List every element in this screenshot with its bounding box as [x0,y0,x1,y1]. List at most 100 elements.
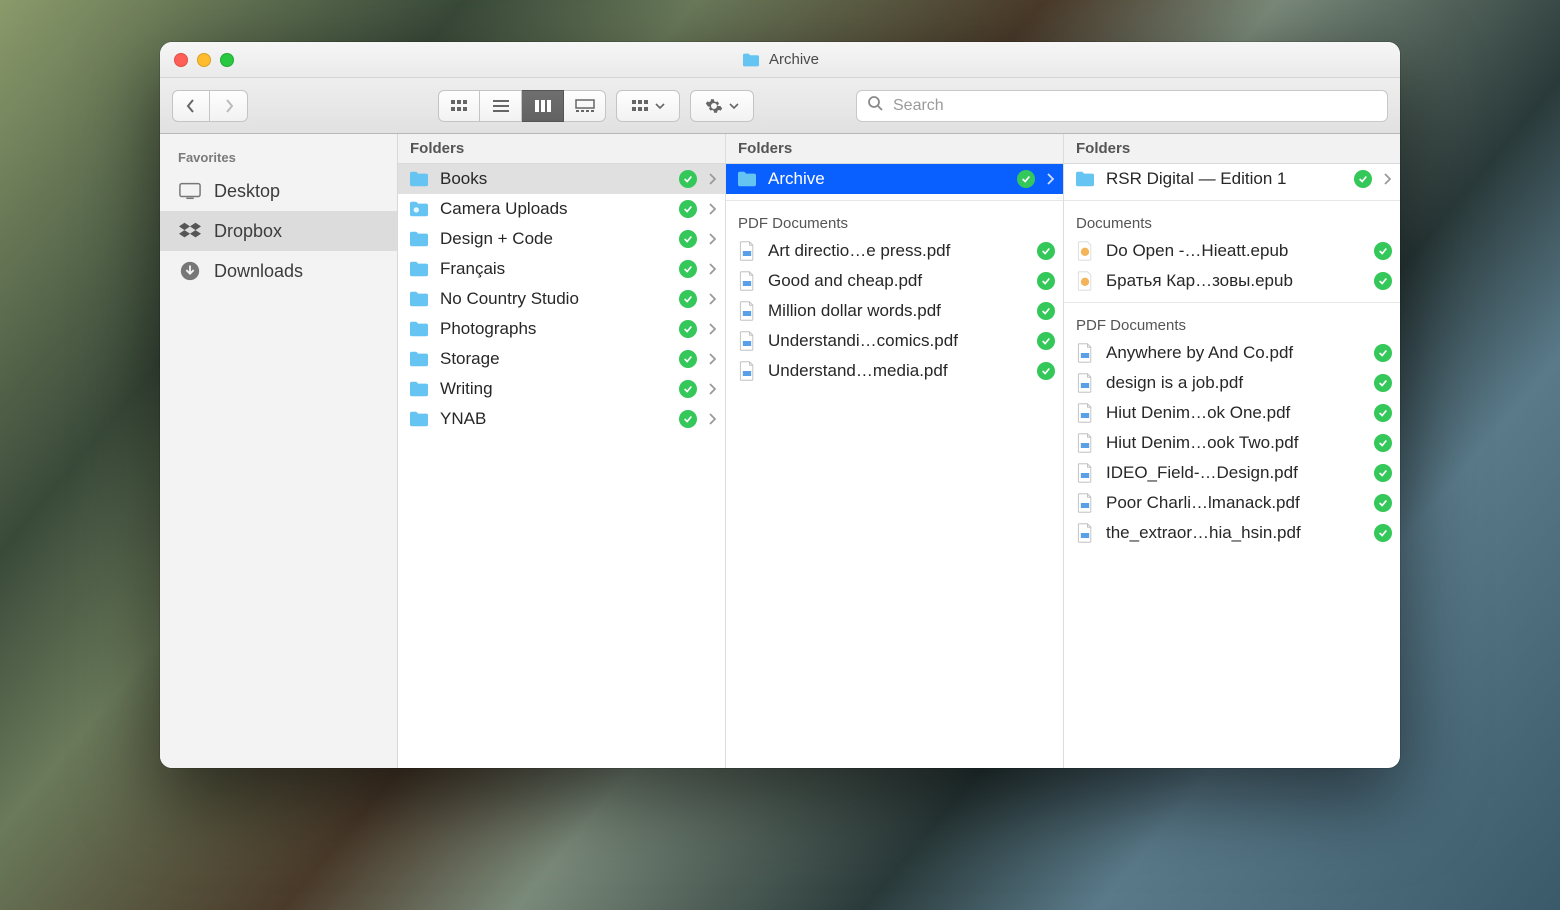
file-row[interactable]: Hiut Denim…ook Two.pdf [1064,428,1400,458]
window-controls [174,53,234,67]
column-header: Folders [726,134,1063,164]
file-row[interactable]: Art directio…e press.pdf [726,236,1063,266]
chevron-right-icon [707,203,717,215]
sync-ok-icon [679,260,697,278]
file-name: Art directio…e press.pdf [768,241,1027,261]
sidebar-item-desktop[interactable]: Desktop [160,171,397,211]
epub-icon [1074,272,1096,290]
sidebar-item-downloads[interactable]: Downloads [160,251,397,291]
sidebar-item-label: Desktop [214,181,280,202]
folder-icon [736,170,758,188]
file-row[interactable]: No Country Studio [398,284,725,314]
list-view-button[interactable] [480,90,522,122]
file-row[interactable]: Good and cheap.pdf [726,266,1063,296]
forward-button[interactable] [210,90,248,122]
sidebar: Favorites DesktopDropboxDownloads [160,134,398,768]
sync-ok-icon [1037,242,1055,260]
sync-ok-icon [1037,332,1055,350]
file-name: Books [440,169,669,189]
dropbox-icon [178,221,202,241]
close-button[interactable] [174,53,188,67]
folder-icon [408,260,430,278]
group-label: PDF Documents [726,207,1063,236]
folder-icon [408,350,430,368]
sync-ok-icon [679,170,697,188]
back-button[interactable] [172,90,210,122]
file-name: Poor Charli…lmanack.pdf [1106,493,1364,513]
chevron-down-icon [729,103,739,109]
nav-buttons [172,90,248,122]
file-name: Million dollar words.pdf [768,301,1027,321]
column-header: Folders [398,134,725,164]
group-by-button[interactable] [616,90,680,122]
chevron-right-icon [707,413,717,425]
file-row[interactable]: Français [398,254,725,284]
file-name: Writing [440,379,669,399]
file-row[interactable]: Photographs [398,314,725,344]
body: Favorites DesktopDropboxDownloads Folder… [160,134,1400,768]
sync-ok-icon [1037,272,1055,290]
file-row[interactable]: Anywhere by And Co.pdf [1064,338,1400,368]
folder-icon [408,380,430,398]
file-name: Storage [440,349,669,369]
column-browser: FoldersBooksCamera UploadsDesign + CodeF… [398,134,1400,768]
search-input[interactable] [891,96,1377,116]
file-row[interactable]: IDEO_Field-…Design.pdf [1064,458,1400,488]
column-view-button[interactable] [522,90,564,122]
group-label: PDF Documents [1064,309,1400,338]
sync-ok-icon [679,320,697,338]
sync-ok-icon [1374,242,1392,260]
column-3: FoldersRSR Digital — Edition 1DocumentsD… [1064,134,1400,768]
zoom-button[interactable] [220,53,234,67]
file-row[interactable]: Understand…media.pdf [726,356,1063,386]
file-row[interactable]: Братья Кар…зовы.epub [1064,266,1400,296]
sync-ok-icon [1374,464,1392,482]
sync-ok-icon [1374,494,1392,512]
file-row[interactable]: Storage [398,344,725,374]
file-row[interactable]: design is a job.pdf [1064,368,1400,398]
chevron-right-icon [707,233,717,245]
file-row[interactable]: Million dollar words.pdf [726,296,1063,326]
pdf-icon [736,272,758,290]
search-field[interactable] [856,90,1388,122]
file-row[interactable]: the_extraor…hia_hsin.pdf [1064,518,1400,548]
chevron-down-icon [655,103,665,109]
desktop-icon [178,181,202,201]
file-row[interactable]: Archive [726,164,1063,194]
chevron-right-icon [707,173,717,185]
file-row[interactable]: Do Open -…Hieatt.epub [1064,236,1400,266]
sync-ok-icon [1374,434,1392,452]
file-row[interactable]: YNAB [398,404,725,434]
file-row[interactable]: Poor Charli…lmanack.pdf [1064,488,1400,518]
file-row[interactable]: Books [398,164,725,194]
file-name: IDEO_Field-…Design.pdf [1106,463,1364,483]
file-name: Understandi…comics.pdf [768,331,1027,351]
file-row[interactable]: Design + Code [398,224,725,254]
file-row[interactable]: Camera Uploads [398,194,725,224]
sync-ok-icon [1037,302,1055,320]
sync-ok-icon [1374,374,1392,392]
gallery-view-button[interactable] [564,90,606,122]
chevron-right-icon [1382,173,1392,185]
sync-ok-icon [679,200,697,218]
icon-view-button[interactable] [438,90,480,122]
sidebar-item-dropbox[interactable]: Dropbox [160,211,397,251]
chevron-right-icon [707,353,717,365]
file-name: Anywhere by And Co.pdf [1106,343,1364,363]
toolbar [160,78,1400,134]
sync-ok-icon [679,410,697,428]
chevron-right-icon [707,383,717,395]
file-row[interactable]: Hiut Denim…ok One.pdf [1064,398,1400,428]
titlebar: Archive [160,42,1400,78]
sync-ok-icon [679,380,697,398]
file-name: Good and cheap.pdf [768,271,1027,291]
file-row[interactable]: RSR Digital — Edition 1 [1064,164,1400,194]
column-header: Folders [1064,134,1400,164]
chevron-right-icon [707,323,717,335]
minimize-button[interactable] [197,53,211,67]
file-row[interactable]: Understandi…comics.pdf [726,326,1063,356]
file-row[interactable]: Writing [398,374,725,404]
file-name: Understand…media.pdf [768,361,1027,381]
action-button[interactable] [690,90,754,122]
action-menu [690,90,754,122]
